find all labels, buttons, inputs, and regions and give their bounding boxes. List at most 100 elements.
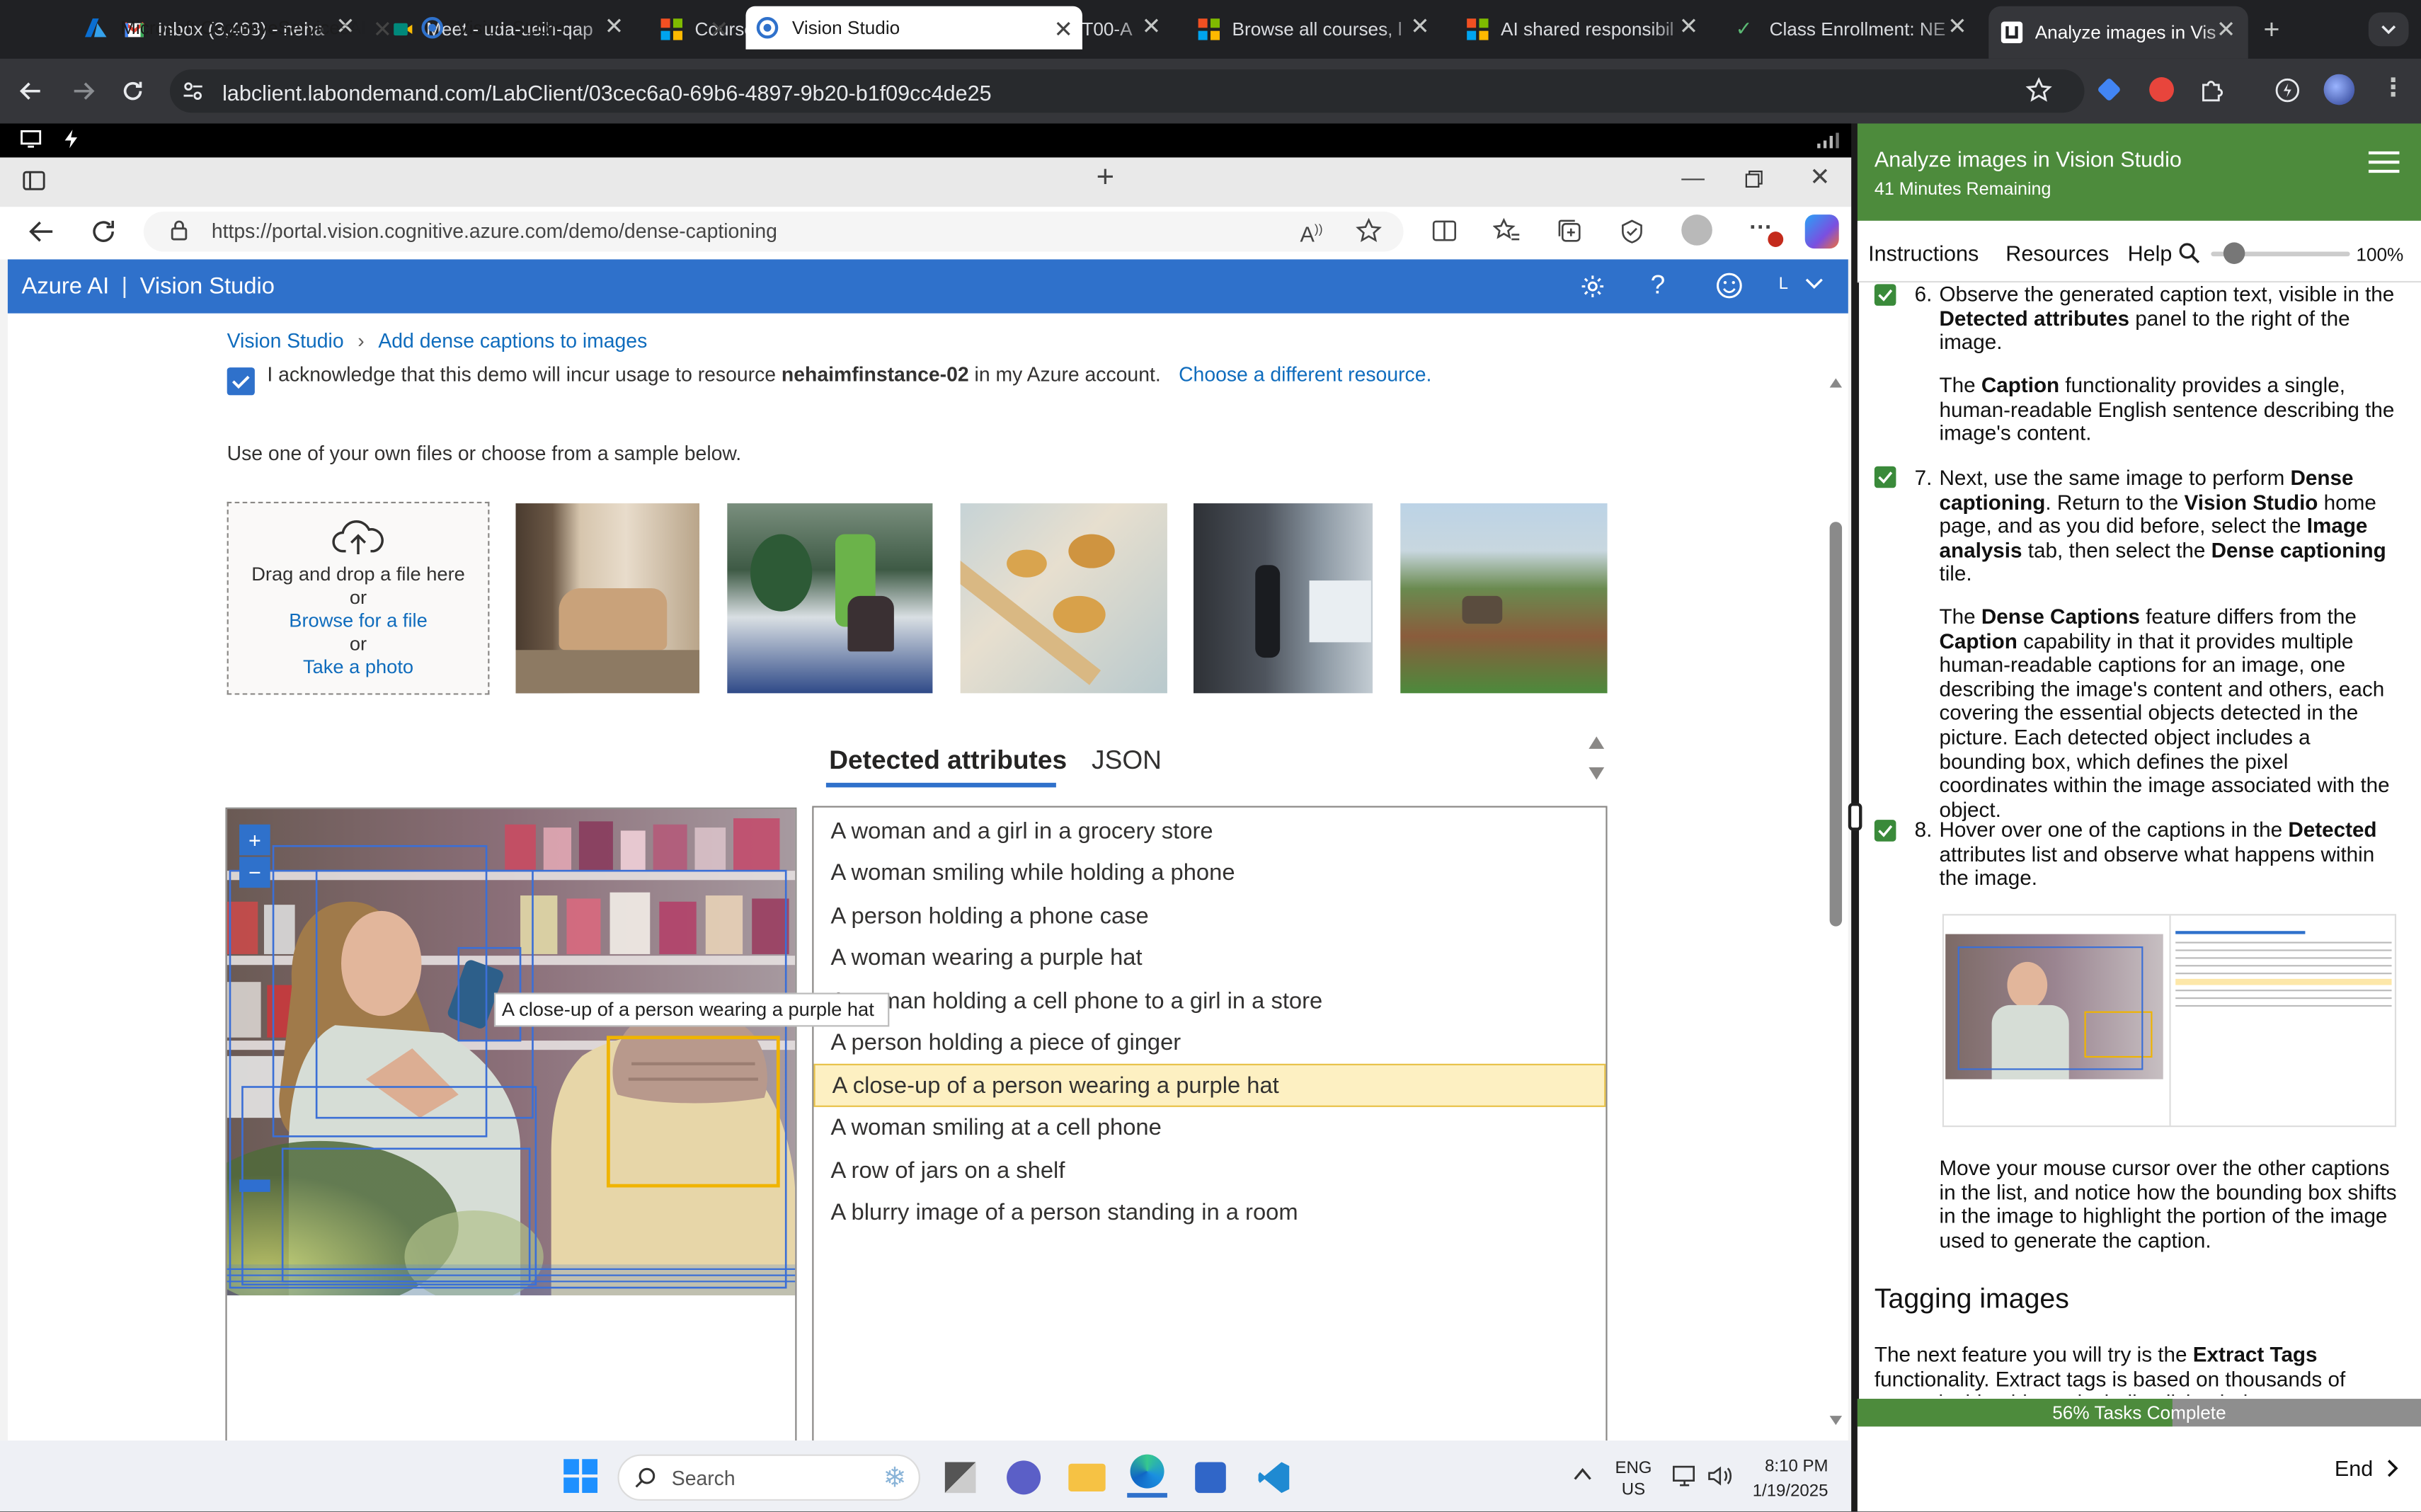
close-icon[interactable]: ✕ [1410,16,1429,39]
file-explorer-icon[interactable] [1068,1463,1106,1491]
sample-image-tractor-field[interactable] [1400,503,1608,694]
end-lab-button[interactable]: End [2335,1456,2401,1481]
close-icon[interactable]: ✕ [1679,16,1698,39]
chevron-up-icon[interactable] [1574,1467,1592,1482]
store-icon[interactable] [1195,1462,1226,1494]
language-indicator[interactable]: ENG US [1615,1457,1652,1501]
step-8-screenshot[interactable] [1942,914,2397,1128]
close-icon[interactable]: ✕ [1947,16,1967,39]
tab-actions-icon[interactable] [22,168,47,193]
bookmark-star-icon[interactable] [2025,77,2052,103]
list-item[interactable]: A person holding a phone case [813,895,1606,937]
page-scrollbar-thumb[interactable] [1829,522,1843,927]
list-item[interactable]: A row of jars on a shelf [813,1150,1606,1192]
settings-gear-icon[interactable] [1579,273,1606,299]
edge-tab-vision-studio-2[interactable]: Vision Studio ✕ [745,6,1082,50]
browse-file-link[interactable]: Browse for a file [229,608,488,633]
close-icon[interactable]: ✕ [373,16,392,43]
account-menu[interactable]: L [1779,275,1826,293]
panel-resize-handle[interactable] [1848,803,1862,831]
network-icon[interactable] [1672,1464,1700,1489]
performance-icon[interactable] [2274,77,2301,103]
breadcrumb-vision-studio[interactable]: Vision Studio [227,329,344,353]
hamburger-menu-icon[interactable] [2368,151,2400,173]
edge-tab-vision-studio-1[interactable]: Vision Studio ✕ [411,6,738,50]
list-item[interactable]: A woman wearing a purple hat [813,937,1606,979]
window-close-button[interactable]: ✕ [1809,166,1830,192]
task-view-icon[interactable] [944,1462,976,1494]
zoom-in-button[interactable]: + [239,824,270,856]
edge-taskbar-icon[interactable] [1127,1451,1167,1498]
chrome-tab-ai-shared[interactable]: AI shared responsibil ✕ [1467,9,1698,50]
list-item[interactable]: A woman holding a cell phone to a girl i… [813,980,1606,1022]
favorites-icon[interactable] [1493,217,1521,244]
choose-resource-link[interactable]: Choose a different resource. [1179,363,1431,386]
lightning-icon[interactable] [62,128,80,150]
chrome-menu-icon[interactable]: ⋮ [2381,76,2405,102]
browser-essentials-icon[interactable] [1618,218,1646,244]
close-icon[interactable]: ✕ [709,16,728,43]
edge-back-icon[interactable] [28,219,55,244]
reload-icon[interactable] [120,79,145,103]
acknowledge-checkbox[interactable] [227,367,255,396]
close-icon[interactable]: ✕ [1053,16,1072,43]
back-icon[interactable] [18,79,43,103]
tab-instructions[interactable]: Instructions [1868,241,1979,265]
step-6-checkbox[interactable] [1874,284,1896,306]
new-tab-button[interactable]: + [2264,16,2280,43]
clock[interactable]: 8:10 PM 1/19/2025 [1751,1455,1828,1504]
file-dropzone[interactable]: Drag and drop a file here or Browse for … [227,501,490,695]
edge-new-tab-button[interactable]: + [1097,162,1114,193]
sample-image-train-station[interactable] [1194,503,1373,694]
split-screen-icon[interactable] [1431,218,1458,244]
vscode-icon[interactable] [1257,1460,1290,1494]
tab-detected-attributes[interactable]: Detected attributes [829,745,1067,777]
sample-image-woman-sleeping[interactable] [515,503,700,694]
page-scroll-down-icon[interactable] [1828,1414,1843,1426]
breadcrumb-dense-captions[interactable]: Add dense captions to images [378,329,647,353]
tab-search-button[interactable] [2368,12,2409,47]
scroll-up-icon[interactable] [1587,735,1606,750]
tab-resources[interactable]: Resources [2005,241,2109,265]
list-item[interactable]: A blurry image of a person standing in a… [813,1192,1606,1234]
zoom-out-button[interactable]: − [239,857,270,888]
scroll-down-icon[interactable] [1587,766,1606,781]
feedback-smiley-icon[interactable] [1715,272,1743,299]
list-item[interactable]: A woman smiling while holding a phone [813,852,1606,894]
restore-button[interactable] [1745,170,1763,188]
volume-icon[interactable] [1706,1464,1734,1489]
sample-image-pastries[interactable] [960,503,1167,694]
zoom-slider-thumb[interactable] [2223,242,2245,264]
sample-image-woman-laptop[interactable] [727,503,933,694]
edge-reload-icon[interactable] [90,218,118,246]
extensions-puzzle-icon[interactable] [2199,77,2225,103]
step-7-checkbox[interactable] [1874,466,1896,488]
chrome-tab-class-enrollment[interactable]: ✓ Class Enrollment: NE ✕ [1736,9,1967,50]
lock-icon[interactable] [170,219,188,241]
collections-icon[interactable] [1557,218,1583,244]
forward-icon[interactable] [71,79,96,103]
list-item[interactable]: A woman and a girl in a grocery store [813,811,1606,852]
list-item[interactable]: A person holding a piece of ginger [813,1022,1606,1064]
chrome-tab-analyze-images[interactable]: Analyze images in Vis ✕ [1988,6,2248,59]
monitor-icon[interactable] [20,130,42,148]
windows-start-icon[interactable] [563,1459,598,1494]
page-scroll-up-icon[interactable] [1828,377,1843,389]
list-item-highlighted[interactable]: A close-up of a person wearing a purple … [813,1063,1606,1107]
step-8-checkbox[interactable] [1874,820,1896,842]
read-aloud-icon[interactable]: A)) [1300,218,1323,247]
profile-avatar[interactable] [2323,74,2355,105]
favorite-star-icon[interactable] [1356,217,1382,244]
teams-chat-icon[interactable] [1007,1460,1041,1495]
close-icon[interactable]: ✕ [1142,16,1161,39]
tab-json[interactable]: JSON [1092,745,1162,777]
extension-adblock-icon[interactable] [2149,77,2175,102]
tab-help[interactable]: Help [2128,241,2173,265]
list-item[interactable]: A woman smiling at a cell phone [813,1107,1606,1149]
edge-tab-cognitive-services[interactable]: Microsoft.CognitiveServicesAllInO ✕ [74,6,401,50]
site-info-icon[interactable] [182,80,204,102]
analyzed-image[interactable]: + − [227,808,796,1295]
chrome-tab-browse-courses[interactable]: Browse all courses, l ✕ [1198,9,1430,50]
close-icon[interactable]: ✕ [2216,18,2236,42]
minimize-button[interactable]: — [1681,166,1705,192]
